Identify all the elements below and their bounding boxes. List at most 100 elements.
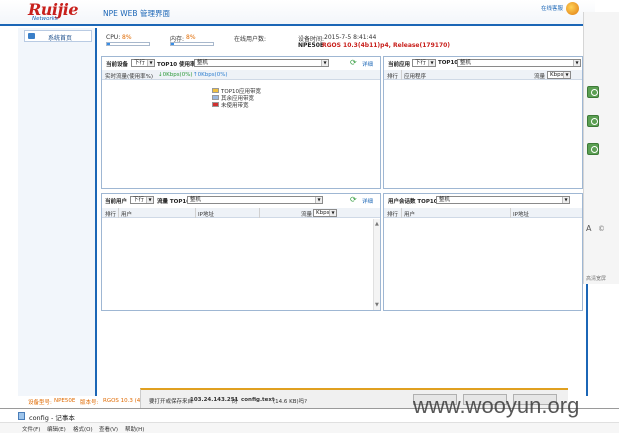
- user-sessions-panel: 用户会话数 TOP10 整机 ▼ 排行 用户 IP地址: [383, 193, 583, 311]
- memory-progress-bar: [170, 42, 214, 46]
- version-value: RGOS 10.3 (4: [103, 398, 141, 404]
- chevron-down-icon: ▼: [329, 210, 336, 216]
- column-divider: [401, 208, 402, 218]
- flow-column-header: 流量: [301, 212, 313, 218]
- users-unit-select[interactable]: Kbps ▼: [313, 209, 337, 217]
- notepad-icon: [18, 412, 25, 420]
- current-apps-label: 当前应用: [388, 62, 411, 68]
- chevron-down-icon: ▼: [562, 197, 569, 203]
- download-size: (14.6 KB)吗?: [273, 399, 308, 405]
- users-scrollbar[interactable]: ▲ ▼: [373, 219, 380, 310]
- font-size-icon[interactable]: A: [586, 224, 591, 233]
- device-time-value: 2015-7-5 8:41:44: [324, 34, 377, 41]
- memory-progress-fill: [171, 43, 175, 45]
- column-divider: [259, 208, 260, 218]
- device-usage-panel: 当前设备 下行 ▼ TOP10 使用率 整机 ▼ ⟳ 详细 实时流量(使用率%)…: [101, 56, 381, 189]
- users-table-header: 排行 用户 IP地址 流量 Kbps ▼: [102, 208, 380, 218]
- scroll-up-icon[interactable]: ▲: [375, 221, 379, 227]
- legend-swatch: [212, 88, 219, 93]
- chevron-down-icon: ▼: [563, 72, 570, 78]
- watermark: www.wooyun.org: [413, 393, 580, 418]
- realtime-flow-label: 实时流量(使用率%): [105, 74, 154, 80]
- users-top10-label: 流量 TOP10: [157, 199, 191, 205]
- user-sessions-label: 用户会话数 TOP10: [388, 199, 438, 205]
- ruijie-logo[interactable]: Ruijie Networks: [28, 0, 96, 25]
- current-users-label: 当前用户: [105, 199, 128, 205]
- user-column-header: 用户: [121, 212, 133, 218]
- online-service-icon[interactable]: [566, 2, 579, 15]
- ip-column-header: IP地址: [198, 212, 214, 218]
- menu-help[interactable]: 帮助(H): [125, 425, 144, 433]
- download-rate: ↓0Kbps(0%): [158, 72, 193, 78]
- column-divider: [510, 208, 511, 218]
- download-text-prefix: 要打开或保存来自: [149, 399, 194, 405]
- top10-usage-label: TOP10 使用率: [157, 62, 196, 68]
- sidebar-item-home[interactable]: 系统首页: [24, 30, 92, 42]
- refresh-icon[interactable]: ⟳: [350, 58, 357, 67]
- chevron-down-icon: ▼: [315, 197, 322, 203]
- apps-scope-select[interactable]: 整机 ▼: [457, 59, 581, 67]
- search-icon[interactable]: [587, 86, 599, 98]
- rank-column-header: 排行: [105, 212, 117, 218]
- current-apps-panel: 当前应用 下行 ▼ TOP10 整机 ▼ 排行 应用程序 流量 Kbps ▼: [383, 56, 583, 189]
- settings-icon[interactable]: ©: [598, 225, 605, 233]
- apps-top10-label: TOP10: [438, 60, 459, 66]
- column-divider: [401, 70, 402, 80]
- download-text-mid: 的: [232, 399, 238, 405]
- menu-file[interactable]: 文件(F): [22, 425, 40, 433]
- header-title: NPE WEB 管理界面: [103, 9, 170, 18]
- side-panel-text: 高清宽屏: [586, 276, 607, 282]
- online-service-link[interactable]: 在线客服: [541, 4, 563, 12]
- download-filename: config.text: [241, 397, 275, 403]
- rank-column-header: 排行: [387, 212, 399, 218]
- chevron-down-icon: ▼: [147, 60, 154, 66]
- device-model-value: NPE50E: [54, 398, 76, 404]
- chevron-down-icon: ▼: [573, 60, 580, 66]
- refresh-icon[interactable]: ⟳: [350, 195, 357, 204]
- cpu-progress-bar: [106, 42, 150, 46]
- realtime-flow-bar: 实时流量(使用率%) ↓0Kbps(0%) ↑0Kbps(0%): [102, 70, 380, 80]
- device-model-label: 设备型号:: [28, 400, 52, 406]
- firmware-version: RGOS 10.3(4b11)p4, Release(179170): [322, 42, 451, 49]
- menu-format[interactable]: 格式(O): [73, 425, 93, 433]
- users-direction-select[interactable]: 下行 ▼: [130, 196, 154, 204]
- legend-swatch: [212, 102, 219, 107]
- menu-edit[interactable]: 编辑(E): [47, 425, 66, 433]
- rank-column-header: 排行: [387, 74, 399, 80]
- search-icon[interactable]: [587, 115, 599, 127]
- cpu-label: CPU:: [106, 34, 121, 41]
- users-scope-select[interactable]: 整机 ▼: [187, 196, 323, 204]
- apps-direction-select[interactable]: 下行 ▼: [412, 59, 436, 67]
- chevron-down-icon: ▼: [146, 197, 153, 203]
- cpu-value: 8%: [122, 34, 132, 41]
- apps-unit-select[interactable]: Kbps ▼: [547, 71, 571, 79]
- left-sidebar: [18, 28, 97, 396]
- sessions-table-header: 排行 用户 IP地址: [384, 208, 582, 218]
- users-detail-link[interactable]: 详细: [362, 197, 373, 205]
- notepad-menubar: 文件(F) 编辑(E) 格式(O) 查看(V) 帮助(H): [0, 422, 619, 433]
- chevron-down-icon: ▼: [321, 60, 328, 66]
- cpu-progress-fill: [107, 43, 111, 45]
- notepad-title: config - 记事本: [29, 414, 75, 422]
- ip-column-header: IP地址: [513, 212, 529, 218]
- chevron-down-icon: ▼: [428, 60, 435, 66]
- device-detail-link[interactable]: 详细: [362, 60, 373, 68]
- app-column-header: 应用程序: [404, 74, 427, 80]
- flow-column-header: 流量: [534, 74, 546, 80]
- upload-rate: ↑0Kbps(0%): [193, 72, 228, 78]
- column-divider: [118, 208, 119, 218]
- online-users-label: 在线用户数:: [234, 36, 267, 43]
- column-divider: [195, 208, 196, 218]
- apps-table-header: 排行 应用程序 流量 Kbps ▼: [384, 70, 582, 80]
- current-users-panel: 当前用户 下行 ▼ 流量 TOP10 整机 ▼ ⟳ 详细 排行 用户 IP地址 …: [101, 193, 381, 311]
- search-icon[interactable]: [587, 143, 599, 155]
- scroll-down-icon[interactable]: ▼: [375, 302, 379, 308]
- device-direction-select[interactable]: 下行 ▼: [131, 59, 155, 67]
- home-icon: [28, 33, 35, 39]
- sessions-scope-select[interactable]: 整机 ▼: [436, 196, 570, 204]
- memory-value: 8%: [186, 34, 196, 41]
- legend-swatch: [212, 95, 219, 100]
- menu-view[interactable]: 查看(V): [99, 425, 118, 433]
- user-column-header: 用户: [404, 212, 416, 218]
- device-scope-select[interactable]: 整机 ▼: [194, 59, 329, 67]
